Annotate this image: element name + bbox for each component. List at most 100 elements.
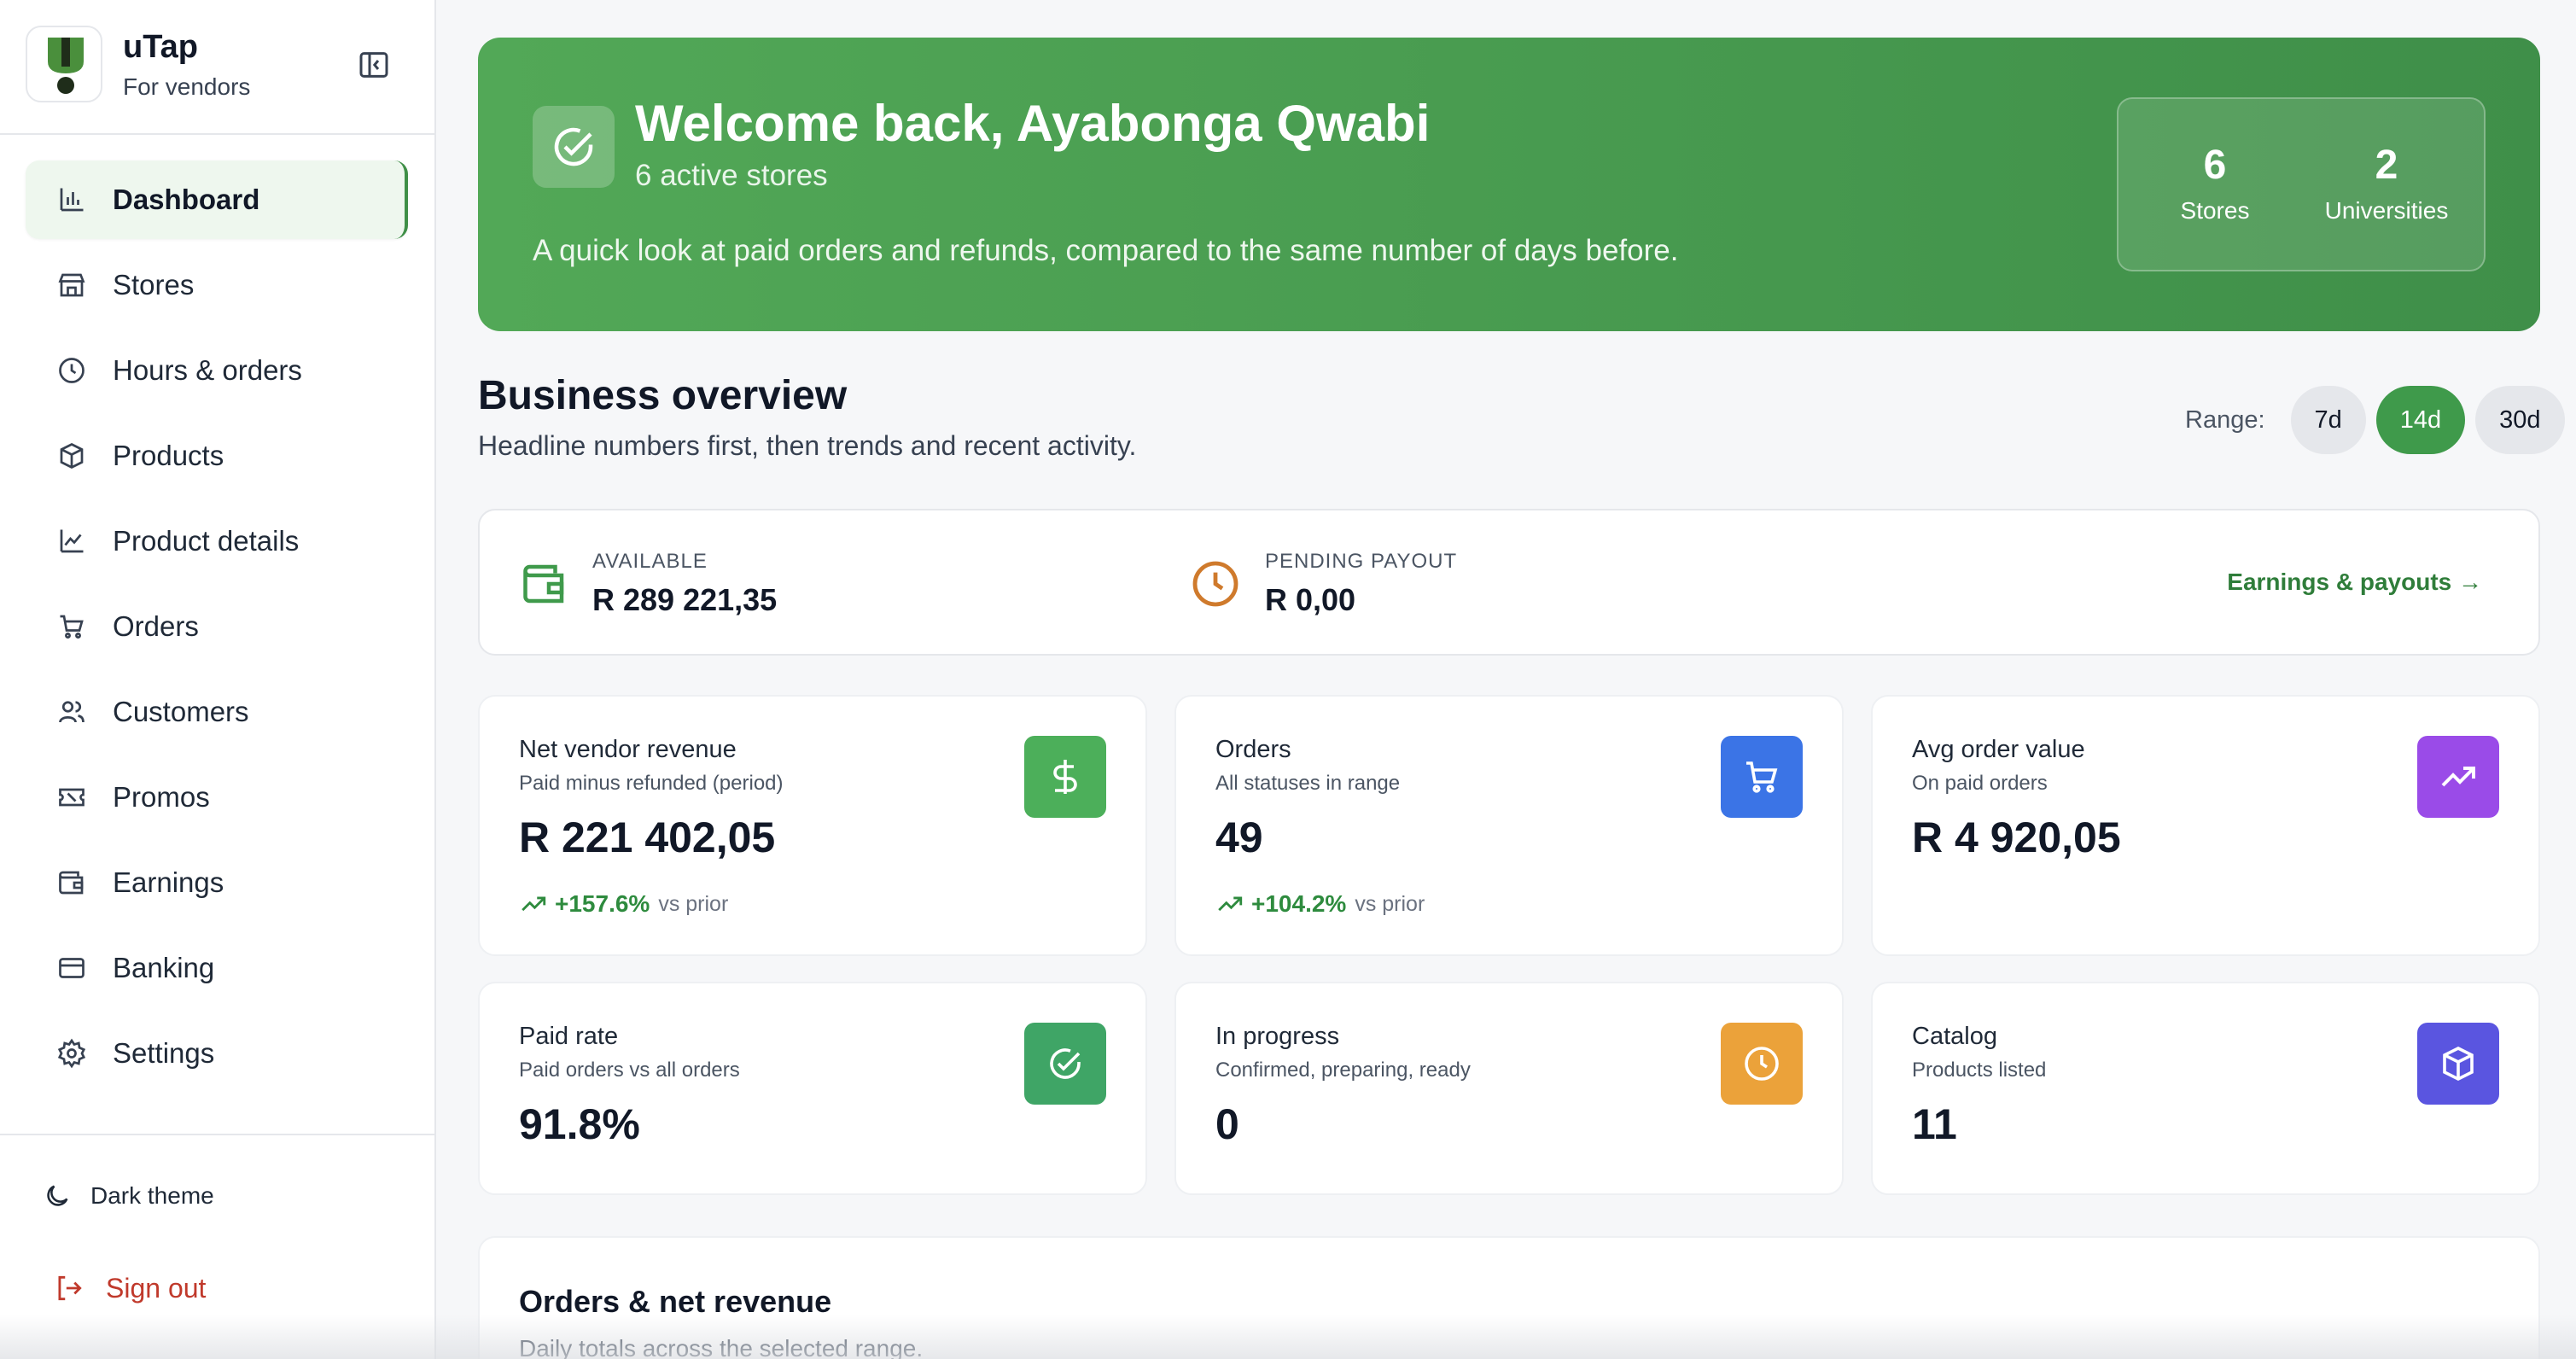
sidebar-item-earnings[interactable]: Earnings xyxy=(26,843,408,922)
available-balance: AVAILABLE R 289 221,35 xyxy=(519,550,777,618)
trend-vs-prior: vs prior xyxy=(1355,891,1425,916)
stores-caption: Stores xyxy=(2180,197,2250,224)
sign-out-label: Sign out xyxy=(106,1272,207,1304)
earnings-payouts-link[interactable]: Earnings & payouts → xyxy=(2227,569,2482,596)
welcome-description: A quick look at paid orders and refunds,… xyxy=(533,234,1679,267)
metric-card-paid-rate: Paid rate Paid orders vs all orders 91.8… xyxy=(478,982,1147,1195)
sidebar-item-label: Customers xyxy=(113,696,249,727)
sidebar-item-product-details[interactable]: Product details xyxy=(26,502,408,580)
card-subtitle: Products listed xyxy=(1912,1059,2047,1082)
cart-icon xyxy=(1721,736,1803,818)
line-chart-icon xyxy=(55,524,89,558)
metric-card-orders: Orders All statuses in range 49 +104.2% … xyxy=(1174,695,1844,956)
card-value: 49 xyxy=(1215,814,1263,861)
active-stores-count: 6 active stores xyxy=(635,159,828,192)
check-circle-icon xyxy=(533,106,615,188)
card-trend: +104.2% vs prior xyxy=(1215,889,1425,919)
users-icon xyxy=(55,695,89,729)
range-selector: Range: 7d 14d 30d xyxy=(2185,386,2565,454)
cart-icon xyxy=(55,610,89,644)
chart-subtitle: Daily totals across the selected range. xyxy=(519,1335,924,1359)
sidebar-item-label: Stores xyxy=(113,269,195,300)
brand: uTap For vendors xyxy=(26,26,411,106)
chart-title: Orders & net revenue xyxy=(519,1284,832,1319)
trend-vs-prior: vs prior xyxy=(658,891,729,916)
trend-percent: +104.2% xyxy=(1251,890,1347,917)
metric-card-net-revenue: Net vendor revenue Paid minus refunded (… xyxy=(478,695,1147,956)
card-title: Net vendor revenue xyxy=(519,736,737,763)
ticket-icon xyxy=(55,780,89,814)
welcome-banner: Welcome back, Ayabonga Qwabi 6 active st… xyxy=(478,38,2540,331)
orders-revenue-chart-card: Orders & net revenue Daily totals across… xyxy=(478,1236,2540,1359)
box-icon xyxy=(55,439,89,473)
dollar-icon xyxy=(1024,736,1106,818)
sidebar-item-dashboard[interactable]: Dashboard xyxy=(26,160,408,239)
clock-icon xyxy=(1192,561,1238,607)
wallet-icon xyxy=(523,564,564,604)
card-trend: +157.6% vs prior xyxy=(519,889,728,919)
card-title: Orders xyxy=(1215,736,1291,763)
card-title: In progress xyxy=(1215,1023,1340,1050)
trend-percent: +157.6% xyxy=(555,890,650,917)
metric-card-avg-order-value: Avg order value On paid orders R 4 920,0… xyxy=(1871,695,2540,956)
card-value: 91.8% xyxy=(519,1100,640,1148)
range-14d-button[interactable]: 14d xyxy=(2375,386,2466,454)
brand-subtitle: For vendors xyxy=(123,73,251,100)
metric-card-in-progress: In progress Confirmed, preparing, ready … xyxy=(1174,982,1844,1195)
dark-theme-label: Dark theme xyxy=(90,1182,214,1209)
sidebar-nav: Dashboard Stores Hours & orders Products… xyxy=(26,160,408,1099)
universities-caption: Universities xyxy=(2324,197,2449,224)
sidebar-item-settings[interactable]: Settings xyxy=(26,1014,408,1093)
sidebar-item-banking[interactable]: Banking xyxy=(26,929,408,1007)
sidebar-item-promos[interactable]: Promos xyxy=(26,758,408,837)
wallet-icon xyxy=(55,866,89,900)
hero-stats-panel: 6 Stores 2 Universities xyxy=(2117,97,2486,271)
trending-up-icon xyxy=(2417,736,2499,818)
sidebar: uTap For vendors Dashboard Stores Hours … xyxy=(0,0,436,1359)
sidebar-item-customers[interactable]: Customers xyxy=(26,673,408,751)
utap-logo xyxy=(26,26,102,102)
sidebar-item-orders[interactable]: Orders xyxy=(26,587,408,666)
balance-panel: AVAILABLE R 289 221,35 PENDING PAYOUT R … xyxy=(478,509,2540,656)
card-value: 0 xyxy=(1215,1100,1239,1148)
sidebar-item-label: Products xyxy=(113,440,224,471)
credit-card-icon xyxy=(55,951,89,985)
logout-icon xyxy=(58,1275,82,1301)
card-subtitle: All statuses in range xyxy=(1215,772,1401,795)
range-label: Range: xyxy=(2185,405,2265,434)
check-circle-icon xyxy=(1024,1023,1106,1105)
gear-icon xyxy=(55,1036,89,1070)
trending-up-icon xyxy=(1218,896,1243,912)
dark-theme-toggle[interactable]: Dark theme xyxy=(43,1181,214,1210)
sidebar-item-hours-orders[interactable]: Hours & orders xyxy=(26,331,408,410)
card-subtitle: Paid minus refunded (period) xyxy=(519,772,784,795)
sign-out-button[interactable]: Sign out xyxy=(53,1272,206,1304)
sidebar-item-label: Promos xyxy=(113,781,210,813)
sidebar-item-label: Product details xyxy=(113,525,300,557)
available-label: AVAILABLE xyxy=(592,550,708,573)
sidebar-item-label: Hours & orders xyxy=(113,354,302,386)
card-title: Catalog xyxy=(1912,1023,1997,1050)
sidebar-item-products[interactable]: Products xyxy=(26,417,408,495)
stores-stat: 6 Stores xyxy=(2168,142,2262,225)
bar-chart-icon xyxy=(55,183,89,217)
brand-title: uTap xyxy=(123,29,198,65)
store-icon xyxy=(55,268,89,302)
box-icon xyxy=(2417,1023,2499,1105)
moon-icon xyxy=(47,1185,68,1206)
card-title: Avg order value xyxy=(1912,736,2085,763)
sidebar-collapse-icon xyxy=(359,52,388,78)
sidebar-item-stores[interactable]: Stores xyxy=(26,246,408,324)
card-subtitle: On paid orders xyxy=(1912,772,2048,795)
card-value: R 4 920,05 xyxy=(1912,814,2121,861)
range-7d-button[interactable]: 7d xyxy=(2290,386,2366,454)
sidebar-item-label: Settings xyxy=(113,1037,215,1069)
pending-payout: PENDING PAYOUT R 0,00 xyxy=(1188,550,1457,618)
collapse-sidebar-button[interactable] xyxy=(350,41,398,89)
clock-icon xyxy=(1721,1023,1803,1105)
sidebar-item-label: Banking xyxy=(113,952,215,983)
sidebar-item-label: Earnings xyxy=(113,866,224,898)
business-overview-subtitle: Headline numbers first, then trends and … xyxy=(478,430,1137,461)
range-30d-button[interactable]: 30d xyxy=(2475,386,2565,454)
universities-stat: 2 Universities xyxy=(2311,142,2462,225)
